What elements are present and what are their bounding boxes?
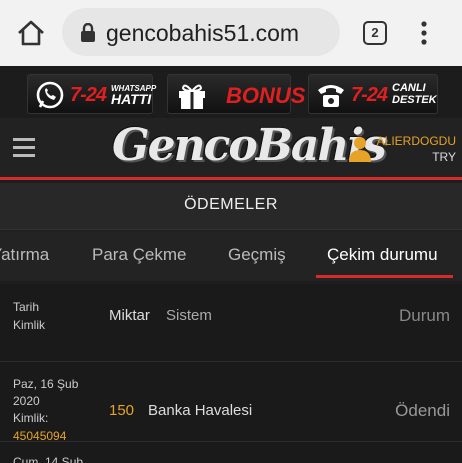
- row-id-label: Kimlik:: [13, 411, 49, 425]
- bonus-label: BONUS: [226, 83, 306, 108]
- page-title-bar: ÖDEMELER: [0, 183, 462, 230]
- site-logo[interactable]: GencoBahis: [112, 120, 387, 171]
- hamburger-menu-icon[interactable]: [13, 138, 35, 157]
- site-header: GencoBahis ALIERDOGDU TRY: [0, 118, 462, 180]
- tabs-icon[interactable]: 2: [363, 21, 387, 45]
- browser-toolbar: gencobahis51.com 2: [0, 0, 462, 66]
- whatsapp-icon: [36, 81, 64, 109]
- row-date: Cum, 14 Şub: [13, 455, 84, 463]
- header-amount: Miktar: [109, 307, 150, 324]
- more-vert-icon[interactable]: [418, 19, 430, 47]
- tab-withdraw[interactable]: Para Çekme: [92, 245, 186, 265]
- support-line2: DESTEK: [392, 94, 437, 106]
- tab-deposit[interactable]: Yatırma: [0, 245, 49, 265]
- header-date: Tarih: [13, 300, 40, 314]
- home-icon[interactable]: [16, 19, 46, 47]
- gift-icon: [179, 84, 205, 109]
- bonus-promo[interactable]: BONUS: [167, 74, 305, 114]
- support-line1: CANLI: [392, 82, 426, 94]
- row-amount: 150: [109, 402, 135, 419]
- tab-withdrawal-status[interactable]: Çekim durumu: [327, 245, 438, 265]
- table-row[interactable]: Cum, 14 Şub: [0, 442, 462, 463]
- table-header: Tarih Kimlik Miktar Sistem Durum: [0, 284, 462, 362]
- phone-icon: [318, 85, 344, 107]
- table-row[interactable]: Paz, 16 Şub 2020 Kimlik: 45045094 150 Ba…: [0, 362, 462, 443]
- promo-banner: 7-24 WHATSAPP HATTI BONUS 7-24 CANLI DES…: [0, 66, 462, 118]
- currency: TRY: [432, 150, 456, 164]
- row-system: Banka Havalesi: [148, 402, 253, 419]
- support-hours: 7-24: [351, 84, 388, 106]
- whatsapp-line2: HATTI: [111, 91, 152, 107]
- header-status: Durum: [398, 306, 450, 325]
- tab-history[interactable]: Geçmiş: [228, 245, 286, 265]
- address-bar[interactable]: gencobahis51.com: [62, 8, 340, 56]
- active-tab-indicator: [316, 275, 453, 278]
- user-icon[interactable]: [349, 136, 371, 162]
- payment-tabs: Yatırma Para Çekme Geçmiş Çekim durumu: [0, 231, 462, 281]
- header-system: Sistem: [166, 307, 212, 324]
- whatsapp-hours: 7-24: [70, 84, 107, 106]
- row-status: Ödendi: [395, 401, 450, 420]
- username[interactable]: ALIERDOGDU: [377, 134, 456, 148]
- row-year: 2020: [13, 394, 40, 408]
- header-id: Kimlik: [13, 318, 45, 332]
- lock-icon: [81, 23, 95, 42]
- page-title: ÖDEMELER: [184, 196, 278, 213]
- url-text: gencobahis51.com: [106, 20, 300, 46]
- row-date: Paz, 16 Şub: [13, 377, 79, 391]
- live-support-promo[interactable]: 7-24 CANLI DESTEK: [308, 74, 438, 114]
- whatsapp-promo[interactable]: 7-24 WHATSAPP HATTI: [27, 74, 156, 114]
